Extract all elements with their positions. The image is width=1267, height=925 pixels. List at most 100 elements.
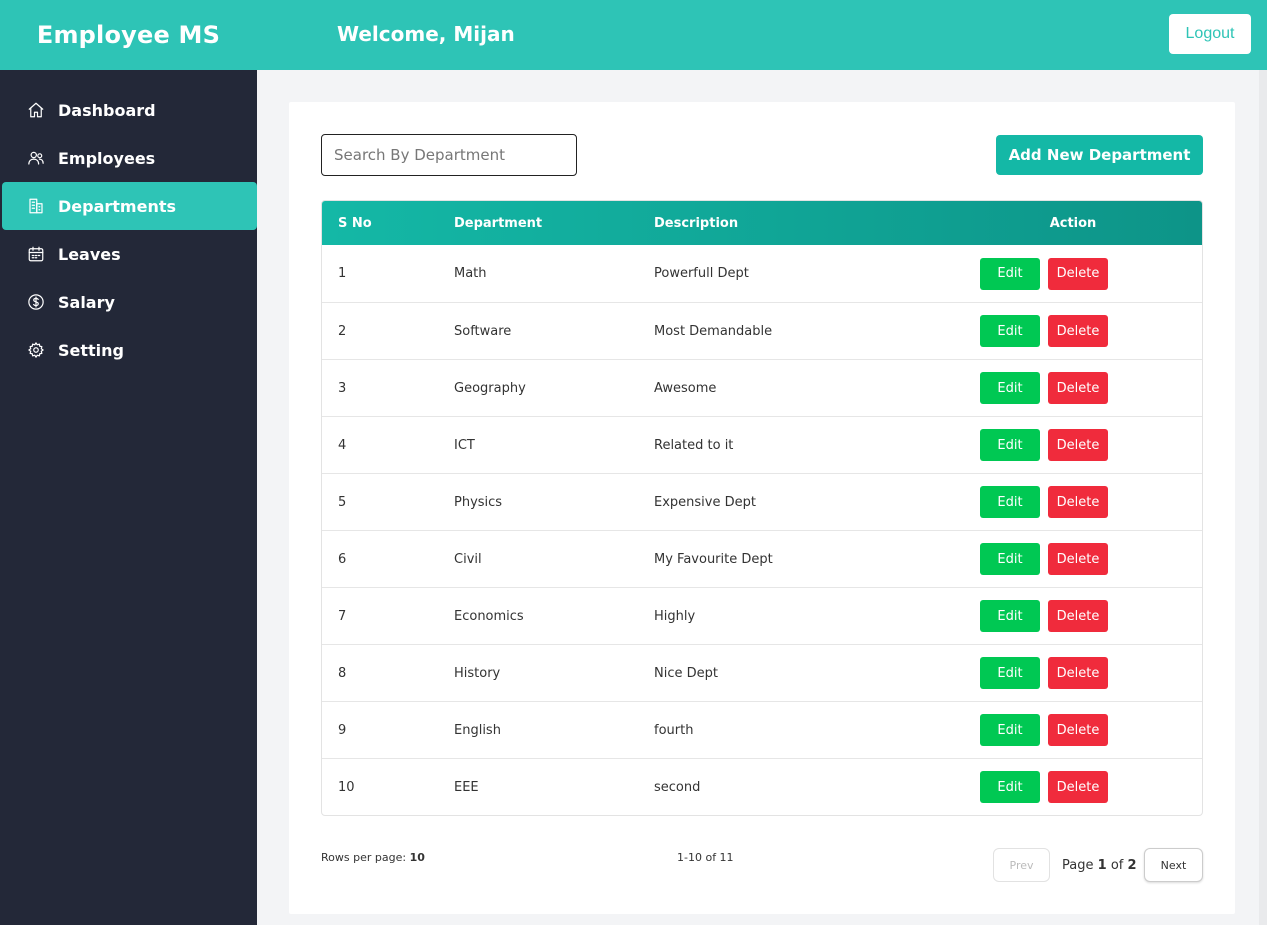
logout-button[interactable]: Logout: [1169, 14, 1251, 54]
table-row: 2 Software Most Demandable Edit Delete: [322, 302, 1202, 359]
cell-description: Nice Dept: [654, 665, 718, 681]
cell-description: second: [654, 779, 701, 795]
header-sno: S No: [338, 215, 372, 231]
edit-button[interactable]: Edit: [980, 543, 1040, 575]
cell-department: ICT: [454, 437, 475, 453]
page-word: Page: [1062, 858, 1094, 873]
edit-button[interactable]: Edit: [980, 714, 1040, 746]
sidebar-item-salary[interactable]: Salary: [2, 278, 257, 326]
scrollbar-track[interactable]: [1259, 70, 1267, 925]
edit-button[interactable]: Edit: [980, 771, 1040, 803]
table-header: S No Department Description Action: [322, 201, 1202, 245]
table-row: 7 Economics Highly Edit Delete: [322, 587, 1202, 644]
of-word: of: [1110, 858, 1124, 873]
users-icon: [26, 148, 46, 168]
rows-per-page-label: Rows per page:: [321, 851, 407, 864]
delete-button[interactable]: Delete: [1048, 372, 1108, 404]
cell-actions: Edit Delete: [944, 429, 1202, 461]
sidebar-item-employees[interactable]: Employees: [2, 134, 257, 182]
edit-button[interactable]: Edit: [980, 315, 1040, 347]
cell-sno: 9: [338, 722, 347, 738]
top-bar: Employee MS Welcome, Mijan Logout: [0, 0, 1267, 70]
edit-button[interactable]: Edit: [980, 257, 1040, 290]
sidebar-item-departments[interactable]: Departments: [2, 182, 257, 230]
cell-sno: 7: [338, 608, 347, 624]
cell-department: English: [454, 722, 501, 738]
edit-button[interactable]: Edit: [980, 657, 1040, 689]
range-text: 1-10 of 11: [677, 851, 734, 864]
table-row: 10 EEE second Edit Delete: [322, 758, 1202, 815]
current-page: 1: [1097, 858, 1107, 873]
sidebar-item-label: Setting: [58, 340, 124, 360]
cell-department: Physics: [454, 494, 503, 510]
delete-button[interactable]: Delete: [1048, 657, 1108, 689]
table-row: 4 ICT Related to it Edit Delete: [322, 416, 1202, 473]
cell-actions: Edit Delete: [944, 771, 1202, 803]
gear-icon: [26, 340, 46, 360]
sidebar-item-label: Leaves: [58, 244, 121, 264]
header-department: Department: [454, 215, 543, 231]
delete-button[interactable]: Delete: [1048, 315, 1108, 347]
delete-button[interactable]: Delete: [1048, 771, 1108, 803]
sidebar-item-dashboard[interactable]: Dashboard: [2, 86, 257, 134]
delete-button[interactable]: Delete: [1048, 429, 1108, 461]
cell-sno: 3: [338, 380, 347, 396]
cell-description: Expensive Dept: [654, 494, 756, 510]
sidebar-item-leaves[interactable]: Leaves: [2, 230, 257, 278]
cell-department: History: [454, 665, 501, 681]
table-row: 1 Math Powerfull Dept Edit Delete: [322, 245, 1202, 302]
cell-description: Powerfull Dept: [654, 266, 749, 281]
edit-button[interactable]: Edit: [980, 372, 1040, 404]
table-row: 8 History Nice Dept Edit Delete: [322, 644, 1202, 701]
cell-department: Economics: [454, 608, 524, 624]
delete-button[interactable]: Delete: [1048, 543, 1108, 575]
sidebar-item-setting[interactable]: Setting: [2, 326, 257, 374]
table-row: 3 Geography Awesome Edit Delete: [322, 359, 1202, 416]
sidebar-item-label: Departments: [58, 196, 177, 216]
sidebar: Dashboard Employees Departments Leaves S…: [0, 70, 257, 925]
sidebar-item-label: Employees: [58, 148, 156, 168]
table-row: 5 Physics Expensive Dept Edit Delete: [322, 473, 1202, 530]
next-button[interactable]: Next: [1144, 848, 1203, 882]
calendar-icon: [26, 244, 46, 264]
page-indicator: Page 1 of 2: [1062, 858, 1137, 873]
cell-description: fourth: [654, 722, 694, 738]
delete-button[interactable]: Delete: [1048, 486, 1108, 518]
cell-sno: 10: [338, 779, 355, 795]
brand-title: Employee MS: [36, 21, 221, 49]
sidebar-item-label: Salary: [58, 292, 115, 312]
cell-description: Awesome: [654, 380, 717, 396]
welcome-text: Welcome, Mijan: [337, 22, 515, 46]
cell-actions: Edit Delete: [944, 315, 1202, 347]
cell-actions: Edit Delete: [944, 486, 1202, 518]
table-row: 6 Civil My Favourite Dept Edit Delete: [322, 530, 1202, 587]
rows-per-page: Rows per page: 10: [321, 851, 425, 864]
cell-department: EEE: [454, 779, 479, 795]
header-action: Action: [1049, 215, 1097, 231]
table-row: 9 English fourth Edit Delete: [322, 701, 1202, 758]
delete-button[interactable]: Delete: [1048, 714, 1108, 746]
cell-sno: 1: [338, 266, 347, 281]
cell-department: Civil: [454, 551, 482, 567]
cell-sno: 2: [338, 323, 347, 339]
add-department-button[interactable]: Add New Department: [996, 135, 1203, 175]
cell-description: Most Demandable: [654, 323, 773, 339]
home-icon: [26, 100, 46, 120]
prev-button[interactable]: Prev: [993, 848, 1050, 882]
rows-per-page-value[interactable]: 10: [410, 851, 425, 864]
delete-button[interactable]: Delete: [1048, 600, 1108, 632]
cell-sno: 8: [338, 665, 347, 681]
cell-department: Math: [454, 266, 487, 281]
delete-button[interactable]: Delete: [1048, 257, 1108, 290]
header-description: Description: [654, 215, 739, 231]
departments-table: S No Department Description Action 1 Math…: [321, 200, 1203, 816]
edit-button[interactable]: Edit: [980, 600, 1040, 632]
departments-panel: Add New Department S No Department Descr…: [289, 102, 1235, 914]
edit-button[interactable]: Edit: [980, 429, 1040, 461]
cell-actions: Edit Delete: [944, 714, 1202, 746]
edit-button[interactable]: Edit: [980, 486, 1040, 518]
cell-actions: Edit Delete: [944, 600, 1202, 632]
cell-department: Software: [454, 323, 512, 339]
table-body: 1 Math Powerfull Dept Edit Delete 2 Software Mo…: [322, 245, 1202, 815]
search-input[interactable]: [321, 134, 577, 176]
